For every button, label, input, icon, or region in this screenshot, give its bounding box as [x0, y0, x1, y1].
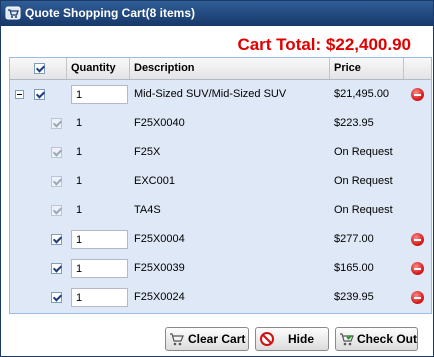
grid-header: Quantity Description Price — [10, 58, 431, 80]
quantity-input[interactable] — [71, 288, 128, 307]
clear-cart-label: Clear Cart — [188, 332, 246, 346]
row-quantity: 1 — [76, 175, 83, 187]
column-remove — [404, 58, 431, 79]
window-title: Quote Shopping Cart(8 items) — [25, 6, 196, 20]
remove-icon[interactable] — [411, 88, 424, 101]
row-quantity: 1 — [76, 117, 83, 129]
row-quantity: 1 — [76, 204, 83, 216]
title-bar: Quote Shopping Cart(8 items) — [1, 1, 433, 26]
row-checkbox[interactable] — [51, 292, 62, 303]
table-row: 1 F25X0040 $223.95 — [10, 109, 431, 138]
row-price: On Request — [334, 204, 393, 216]
row-description: F25X0039 — [134, 262, 185, 274]
cart-check-icon — [340, 333, 354, 346]
clear-cart-icon — [170, 333, 184, 346]
row-description: F25X0024 — [134, 291, 185, 303]
row-checkbox[interactable] — [51, 234, 62, 245]
cart-grid: Quantity Description Price Mid-Sized SUV… — [9, 57, 432, 314]
quantity-input[interactable] — [71, 230, 128, 249]
remove-icon[interactable] — [411, 233, 424, 246]
quantity-input[interactable] — [71, 85, 128, 104]
table-row[interactable]: Mid-Sized SUV/Mid-Sized SUV $21,495.00 — [10, 80, 431, 109]
column-description[interactable]: Description — [130, 58, 330, 79]
remove-icon[interactable] — [411, 262, 424, 275]
row-price: On Request — [334, 146, 393, 158]
row-price: $21,495.00 — [334, 88, 390, 100]
row-price: $239.95 — [334, 291, 374, 303]
row-description: EXC001 — [134, 175, 175, 187]
row-price: On Request — [334, 175, 393, 187]
cart-total: Cart Total: $22,400.90 — [237, 35, 411, 54]
row-checkbox-disabled — [51, 205, 62, 216]
check-out-label: Check Out — [357, 332, 418, 346]
clear-cart-button[interactable]: Clear Cart — [165, 327, 249, 351]
table-row: 1 TA4S On Request — [10, 196, 431, 225]
cart-window: Quote Shopping Cart(8 items) Cart Total:… — [0, 0, 434, 357]
row-description: Mid-Sized SUV/Mid-Sized SUV — [134, 88, 287, 100]
remove-icon[interactable] — [411, 291, 424, 304]
row-checkbox[interactable] — [34, 89, 45, 100]
row-description: F25X0040 — [134, 117, 185, 129]
row-checkbox-disabled — [51, 176, 62, 187]
row-checkbox[interactable] — [51, 263, 62, 274]
row-description: TA4S — [134, 204, 161, 216]
column-quantity[interactable]: Quantity — [67, 58, 130, 79]
header-select-cell — [10, 58, 67, 79]
table-row[interactable]: F25X0004 $277.00 — [10, 225, 431, 254]
cart-icon — [5, 6, 21, 20]
hide-button[interactable]: Hide — [255, 327, 329, 351]
hide-label: Hide — [288, 332, 315, 346]
quantity-input[interactable] — [71, 259, 128, 278]
row-quantity: 1 — [76, 146, 83, 158]
row-price: $277.00 — [334, 233, 374, 245]
row-price: $223.95 — [334, 117, 374, 129]
table-row[interactable]: F25X0024 $239.95 — [10, 283, 431, 312]
row-checkbox-disabled — [51, 118, 62, 129]
table-row: 1 F25X On Request — [10, 138, 431, 167]
row-description: F25X — [134, 146, 161, 158]
table-row: 1 EXC001 On Request — [10, 167, 431, 196]
column-price[interactable]: Price — [330, 58, 404, 79]
row-description: F25X0004 — [134, 233, 185, 245]
collapse-toggle-icon[interactable] — [15, 90, 24, 99]
no-entry-icon — [260, 332, 274, 346]
select-all-checkbox[interactable] — [34, 63, 45, 74]
table-row[interactable]: F25X0039 $165.00 — [10, 254, 431, 283]
row-checkbox-disabled — [51, 147, 62, 158]
row-price: $165.00 — [334, 262, 374, 274]
check-out-button[interactable]: Check Out — [335, 327, 418, 351]
